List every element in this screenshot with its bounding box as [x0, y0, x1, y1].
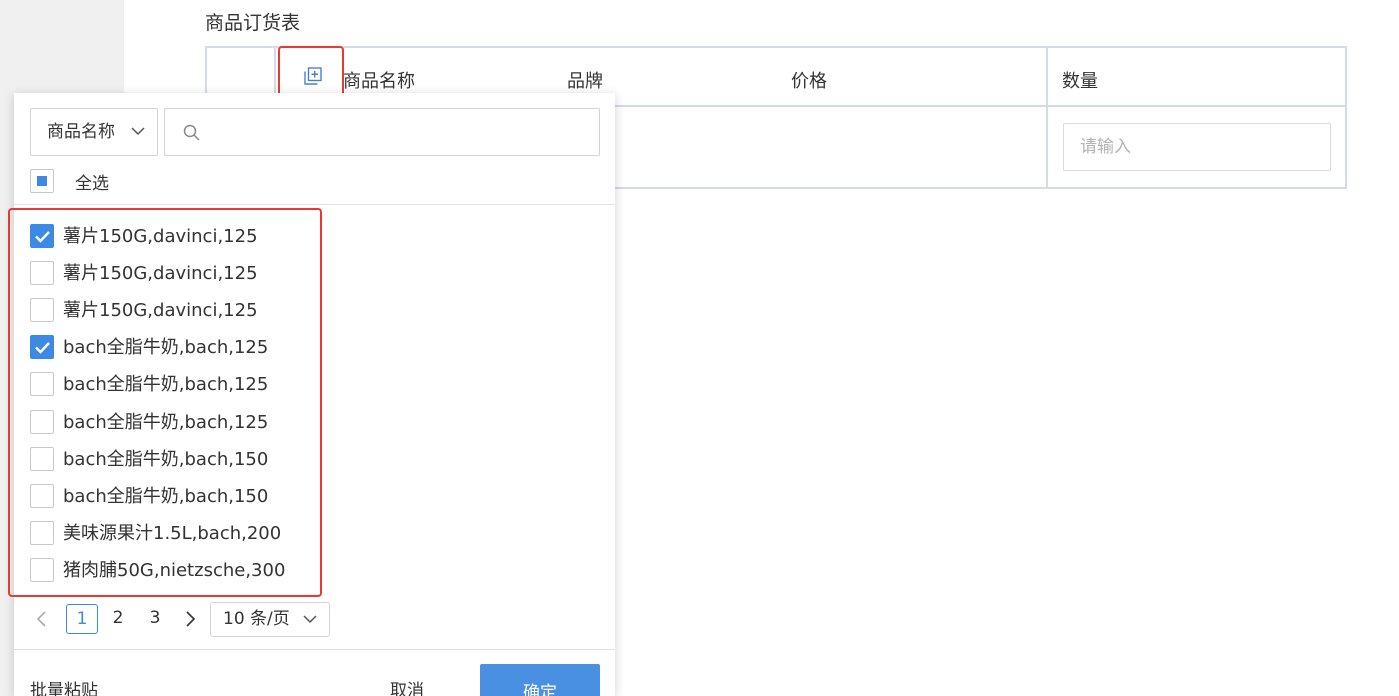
select-all-label: 全选	[75, 174, 109, 194]
list-item-label: 薯片150G,davinci,125	[63, 226, 258, 247]
chevron-down-icon	[303, 615, 317, 624]
header-product-name: 商品名称	[343, 71, 415, 92]
search-icon	[183, 124, 200, 141]
checkbox[interactable]	[30, 520, 54, 545]
bulk-paste-link[interactable]: 批量粘贴	[30, 676, 98, 696]
select-all-box[interactable]	[30, 169, 54, 193]
checkbox[interactable]	[30, 557, 54, 582]
divider	[14, 649, 615, 650]
product-picker-panel: 商品名称 全选 薯片150G,davinci,125 薯片150G,davinci…	[8, 93, 615, 696]
checkbox[interactable]	[30, 446, 54, 471]
search-box[interactable]	[164, 108, 600, 156]
list-item-label: bach全脂牛奶,bach,125	[63, 411, 269, 433]
list-item-label: bach全脂牛奶,bach,150	[63, 448, 269, 470]
list-item-label: 美味源果汁1.5L,bach,200	[63, 522, 282, 544]
divider	[14, 204, 615, 205]
list-item-label: 猪肉脯50G,nietzsche,300	[63, 559, 286, 581]
pagination: 1 2 3 10 条/页	[30, 602, 360, 637]
list-item-label: bach全脂牛奶,bach,125	[63, 337, 269, 359]
page-number-1[interactable]: 1	[66, 604, 98, 634]
header-quantity: 数量	[1062, 71, 1098, 92]
page-size-select[interactable]: 10 条/页	[210, 602, 330, 637]
add-square-icon	[304, 67, 322, 85]
next-page-icon[interactable]	[184, 611, 196, 627]
checkbox[interactable]	[30, 409, 54, 434]
page-number-3[interactable]: 3	[139, 604, 171, 634]
column-divider	[1046, 48, 1048, 189]
checkbox[interactable]	[30, 261, 54, 286]
field-select-value: 商品名称	[47, 122, 115, 142]
page-title: 商品订货表	[205, 12, 301, 34]
list-item-label: bach全脂牛奶,bach,150	[63, 485, 269, 507]
confirm-button[interactable]: 确定	[480, 664, 600, 696]
header-price: 价格	[791, 71, 827, 92]
prev-page-icon[interactable]	[36, 611, 48, 627]
checkbox[interactable]	[30, 483, 54, 508]
search-input[interactable]	[209, 117, 589, 147]
list-item-label: bach全脂牛奶,bach,125	[63, 374, 269, 396]
chevron-down-icon	[131, 127, 145, 136]
checkmark-icon	[35, 231, 50, 243]
page-size-value: 10 条/页	[223, 609, 290, 629]
header-brand: 品牌	[567, 71, 603, 92]
list-item-label: 薯片150G,davinci,125	[63, 263, 258, 285]
checkbox[interactable]	[30, 372, 54, 397]
product-option-list: 薯片150G,davinci,125 薯片150G,davinci,125 薯片15…	[8, 208, 322, 597]
checkbox-checked[interactable]	[30, 335, 54, 360]
quantity-input[interactable]	[1063, 123, 1331, 171]
cancel-button[interactable]: 取消	[390, 676, 424, 696]
checkbox-checked[interactable]	[30, 224, 54, 248]
page-number-2[interactable]: 2	[102, 604, 134, 634]
list-item-label: 薯片150G,davinci,125	[63, 300, 258, 322]
field-select[interactable]: 商品名称	[30, 108, 158, 156]
checkbox[interactable]	[30, 298, 54, 323]
checkmark-icon	[35, 342, 50, 355]
